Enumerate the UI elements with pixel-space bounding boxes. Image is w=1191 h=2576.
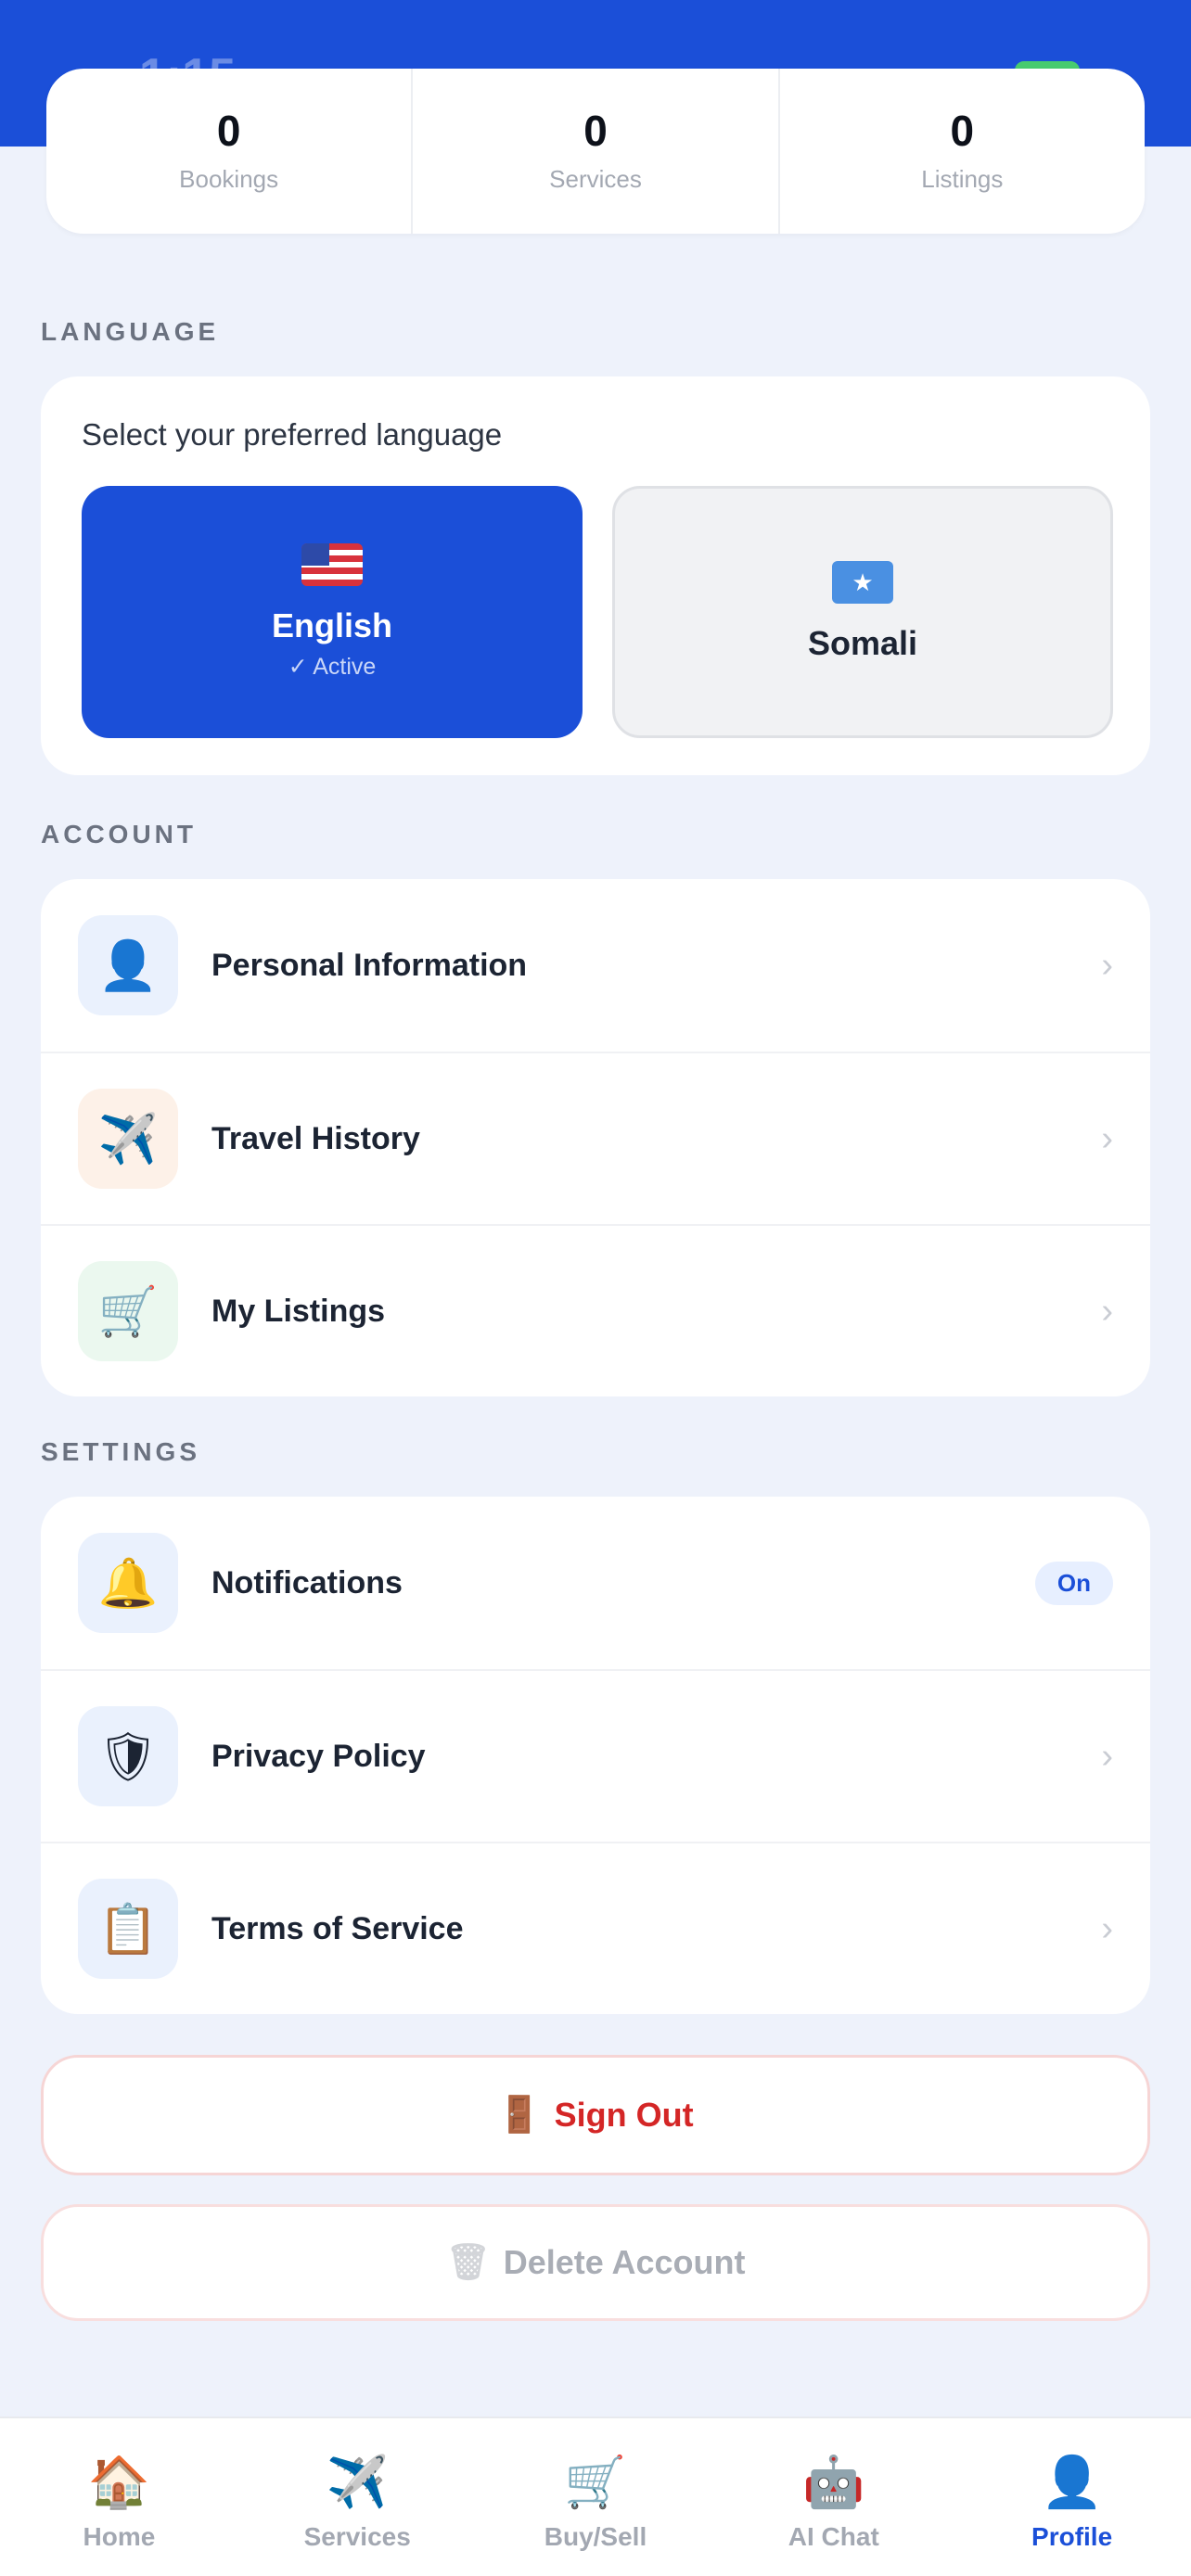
stat-bookings[interactable]: 0 Bookings (46, 69, 411, 234)
stat-value: 0 (583, 106, 608, 155)
language-active-status: ✓ Active (288, 654, 377, 680)
language-option-english[interactable]: English ✓ Active (82, 486, 583, 738)
trash-icon: 🗑 (445, 2243, 491, 2282)
robot-icon: 🤖 (802, 2455, 865, 2510)
account-item-travel-history[interactable]: ✈️ Travel History › (41, 1052, 1150, 1224)
chevron-right-icon: › (1101, 1736, 1113, 1776)
tab-label: Home (83, 2522, 156, 2551)
chevron-right-icon: › (1101, 1908, 1113, 1948)
row-label: Travel History (211, 1120, 420, 1156)
section-label-settings: SETTINGS (41, 1437, 201, 1466)
language-prompt: Select your preferred language (82, 417, 503, 452)
door-icon: 🚪 (497, 2096, 542, 2135)
tab-ai-chat[interactable]: 🤖 AI Chat (714, 2418, 953, 2576)
row-label: Privacy Policy (211, 1738, 426, 1774)
tab-buy-sell[interactable]: 🛒 Buy/Sell (477, 2418, 715, 2576)
tab-label: Services (303, 2522, 411, 2551)
section-label-language: LANGUAGE (41, 317, 220, 346)
settings-card: 🔔 Notifications On 🛡 Privacy Policy › 📋 … (41, 1497, 1150, 2014)
notifications-status-badge[interactable]: On (1034, 1561, 1113, 1605)
airplane-icon: ✈️ (326, 2455, 389, 2510)
airplane-icon: ✈️ (78, 1089, 178, 1189)
section-label-account: ACCOUNT (41, 820, 197, 848)
stat-label: Bookings (179, 164, 279, 193)
language-option-somali[interactable]: ★ Somali (612, 486, 1113, 738)
account-card: 👤 Personal Information › ✈️ Travel Histo… (41, 879, 1150, 1396)
stat-value: 0 (950, 106, 975, 155)
somalia-flag-icon: ★ (832, 561, 893, 604)
settings-item-notifications[interactable]: 🔔 Notifications On (41, 1497, 1150, 1669)
bell-icon: 🔔 (78, 1533, 178, 1633)
language-card: Select your preferred language English ✓… (41, 376, 1150, 775)
tab-label: Buy/Sell (544, 2522, 647, 2551)
row-label: Personal Information (211, 947, 528, 983)
chevron-right-icon: › (1101, 1118, 1113, 1158)
chevron-right-icon: › (1101, 1291, 1113, 1331)
shield-icon: 🛡 (78, 1706, 178, 1806)
sign-out-button[interactable]: 🚪 Sign Out (41, 2055, 1150, 2175)
stat-services[interactable]: 0 Services (411, 69, 777, 234)
stat-label: Services (549, 164, 642, 193)
stat-value: 0 (216, 106, 241, 155)
stat-listings[interactable]: 0 Listings (777, 69, 1145, 234)
delete-account-label: Delete Account (503, 2243, 746, 2281)
account-item-my-listings[interactable]: 🛒 My Listings › (41, 1224, 1150, 1396)
settings-item-terms-of-service[interactable]: 📋 Terms of Service › (41, 1842, 1150, 2014)
us-flag-icon (301, 543, 363, 586)
stats-card: 0 Bookings 0 Services 0 Listings (46, 69, 1145, 234)
cart-icon: 🛒 (78, 1261, 178, 1361)
account-item-personal-information[interactable]: 👤 Personal Information › (41, 879, 1150, 1052)
person-icon: 👤 (78, 915, 178, 1015)
tab-home[interactable]: 🏠 Home (0, 2418, 238, 2576)
sign-out-label: Sign Out (554, 2096, 694, 2134)
cart-icon: 🛒 (564, 2455, 627, 2510)
delete-account-button[interactable]: 🗑 Delete Account (41, 2204, 1150, 2321)
chevron-right-icon: › (1101, 945, 1113, 985)
tab-label: Profile (1031, 2522, 1113, 2551)
row-label: Notifications (211, 1564, 403, 1600)
row-label: My Listings (211, 1293, 386, 1329)
tab-services[interactable]: ✈️ Services (238, 2418, 477, 2576)
stat-label: Listings (921, 164, 1004, 193)
clipboard-icon: 📋 (78, 1879, 178, 1979)
bottom-tab-bar: 🏠 Home ✈️ Services 🛒 Buy/Sell 🤖 AI Chat … (0, 2417, 1191, 2576)
settings-item-privacy-policy[interactable]: 🛡 Privacy Policy › (41, 1669, 1150, 1842)
tab-label: AI Chat (788, 2522, 879, 2551)
tab-profile[interactable]: 👤 Profile (953, 2418, 1191, 2576)
language-name: English (271, 606, 392, 644)
home-icon: 🏠 (87, 2455, 151, 2510)
person-icon: 👤 (1040, 2455, 1104, 2510)
language-name: Somali (807, 624, 918, 662)
row-label: Terms of Service (211, 1910, 464, 1946)
